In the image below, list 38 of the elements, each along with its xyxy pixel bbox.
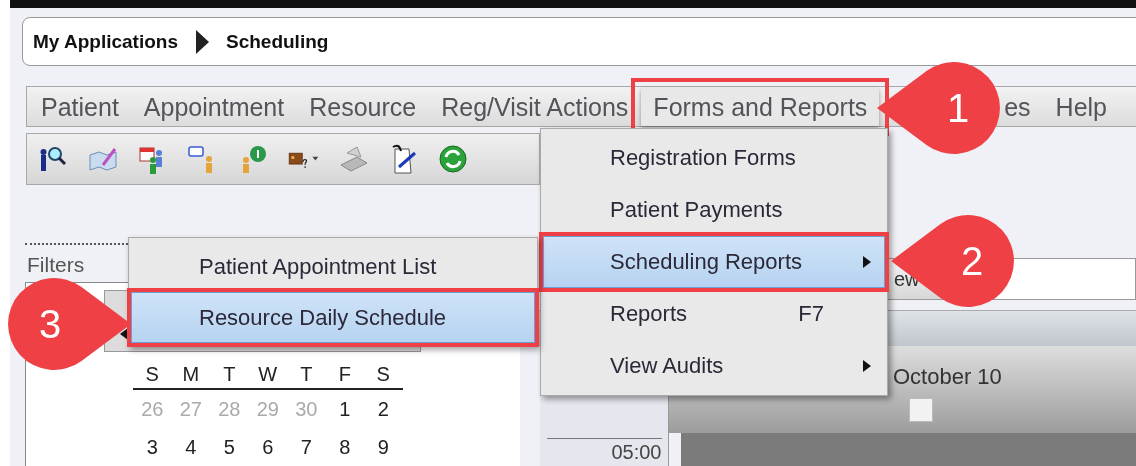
refresh-icon[interactable] xyxy=(437,143,469,175)
calendar-day[interactable]: 3 xyxy=(133,428,172,466)
menu-title[interactable]: Reg/Visit Actions xyxy=(429,87,641,126)
weekday-label: S xyxy=(133,360,172,390)
breadcrumb-link[interactable]: Scheduling xyxy=(226,30,329,53)
menu-title[interactable]: Help xyxy=(1043,87,1119,126)
weekday-label: F xyxy=(325,360,364,390)
menu-item[interactable]: Registration Forms xyxy=(543,132,885,184)
menu-title[interactable]: Appointment xyxy=(131,87,297,126)
calendar-day[interactable]: 7 xyxy=(287,428,326,466)
submenu-arrow-icon xyxy=(862,359,872,373)
checkbox[interactable] xyxy=(909,398,933,422)
calendar-day[interactable]: 2 xyxy=(364,390,403,428)
weekday-label: M xyxy=(171,360,210,390)
calendar-day[interactable]: 8 xyxy=(325,428,364,466)
breadcrumb-arrow-icon xyxy=(194,28,210,55)
menu-title[interactable]: Patient xyxy=(29,87,131,126)
day-title: October 10 xyxy=(893,364,1003,390)
time-label: 05:00 xyxy=(546,438,662,464)
weekday-label: W xyxy=(248,360,287,390)
menu-item[interactable]: Reports F7 xyxy=(543,288,885,340)
calendar-day[interactable]: 6 xyxy=(248,428,287,466)
weekday-label: T xyxy=(210,360,249,390)
menu-title[interactable]: Forms and Reports xyxy=(641,87,880,126)
submenu-arrow-icon xyxy=(862,255,872,269)
weekday-label: T xyxy=(287,360,326,390)
menu-item[interactable]: Patient Appointment List xyxy=(131,241,535,292)
menu-title[interactable]: Resource xyxy=(297,87,429,126)
calendar-day[interactable]: 4 xyxy=(171,428,210,466)
calendar-day[interactable]: 9 xyxy=(364,428,403,466)
menu-item[interactable]: View Audits xyxy=(543,340,885,392)
breadcrumb-link[interactable]: My Applications xyxy=(33,30,178,53)
weekday-label: S xyxy=(364,360,403,390)
menu-item[interactable]: Patient Payments xyxy=(543,184,885,236)
shortcut-label: F7 xyxy=(798,301,824,327)
filters-title: Filters xyxy=(27,253,85,277)
calendar-day[interactable]: 5 xyxy=(210,428,249,466)
calendar-day[interactable]: 1 xyxy=(325,390,364,428)
